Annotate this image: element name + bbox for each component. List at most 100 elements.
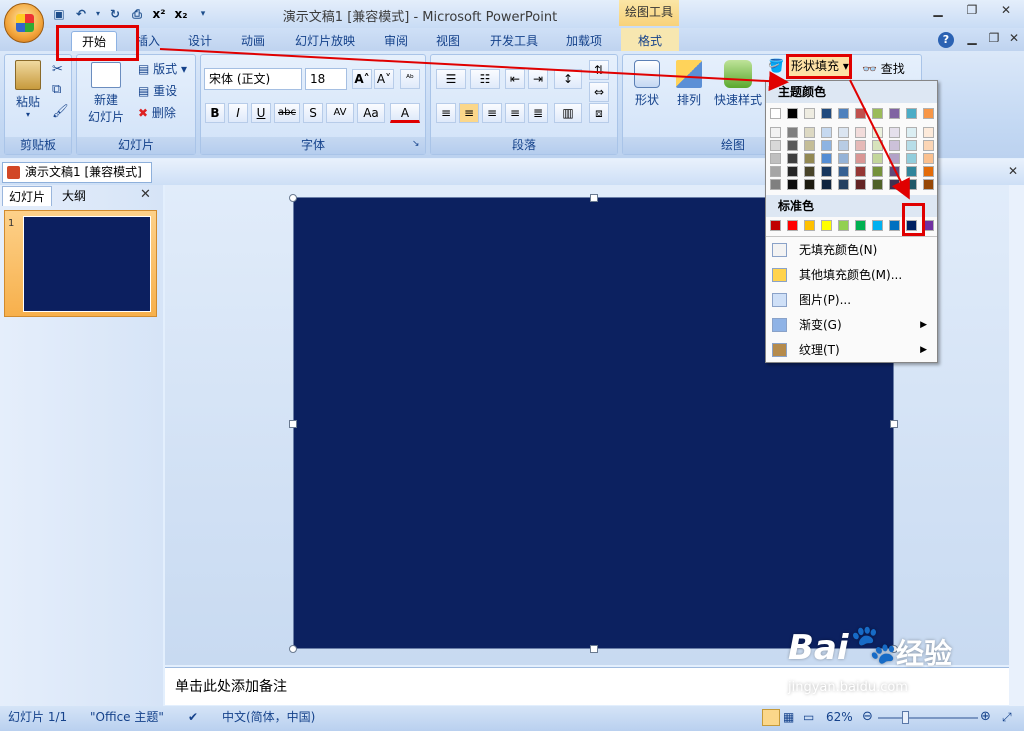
theme-shade-swatch[interactable]	[787, 166, 798, 177]
theme-shade-swatch[interactable]	[923, 140, 934, 151]
theme-shade-swatch[interactable]	[906, 166, 917, 177]
theme-color-swatch[interactable]	[804, 108, 815, 119]
theme-shade-swatch[interactable]	[906, 140, 917, 151]
distribute-icon[interactable]: ≣	[528, 103, 548, 123]
font-name-combo[interactable]: 宋体 (正文)	[204, 68, 302, 90]
theme-shade-swatch[interactable]	[923, 153, 934, 164]
theme-shade-swatch[interactable]	[770, 166, 781, 177]
font-dialog-launcher-icon[interactable]: ↘	[412, 139, 420, 149]
resize-handle-tl[interactable]	[289, 194, 297, 202]
theme-shade-swatch[interactable]	[770, 179, 781, 190]
standard-color-swatch[interactable]	[855, 220, 866, 231]
resize-handle-l[interactable]	[289, 420, 297, 428]
shadow-button[interactable]: S	[303, 103, 323, 123]
slide-thumbnail[interactable]	[23, 216, 151, 312]
theme-shade-swatch[interactable]	[906, 127, 917, 138]
copy-icon[interactable]: ⧉	[52, 82, 61, 97]
theme-shade-swatch[interactable]	[770, 127, 781, 138]
theme-shade-swatch[interactable]	[923, 179, 934, 190]
theme-shade-swatch[interactable]	[889, 166, 900, 177]
theme-shade-swatch[interactable]	[872, 166, 883, 177]
theme-shade-swatch[interactable]	[804, 166, 815, 177]
save-icon[interactable]: ▣	[50, 5, 68, 23]
theme-color-swatch[interactable]	[872, 108, 883, 119]
help-icon[interactable]: ?	[938, 32, 954, 48]
shapes-button[interactable]: 形状	[628, 60, 666, 108]
undo-dropdown-icon[interactable]: ▾	[94, 5, 102, 23]
align-text-icon[interactable]: ⇔	[589, 82, 609, 102]
change-case-button[interactable]: Aa	[357, 103, 385, 123]
theme-shade-swatch[interactable]	[889, 153, 900, 164]
theme-shade-swatch[interactable]	[838, 140, 849, 151]
fill-option-item[interactable]: 其他填充颜色(M)...	[766, 263, 937, 287]
columns-icon[interactable]: ▥	[554, 103, 582, 123]
paste-button[interactable]: 粘贴 ▾	[10, 60, 46, 119]
theme-color-swatch[interactable]	[923, 108, 934, 119]
theme-shade-swatch[interactable]	[838, 153, 849, 164]
clear-format-icon[interactable]: ᴬᵇ	[400, 69, 420, 89]
office-button[interactable]	[4, 3, 44, 43]
numbering-icon[interactable]: ☷	[470, 69, 500, 89]
undo-icon[interactable]: ↶	[72, 5, 90, 23]
font-color-button[interactable]: A	[390, 103, 420, 123]
theme-shade-swatch[interactable]	[804, 179, 815, 190]
theme-shade-swatch[interactable]	[889, 140, 900, 151]
theme-shade-swatch[interactable]	[923, 127, 934, 138]
theme-color-swatch[interactable]	[889, 108, 900, 119]
bullets-icon[interactable]: ☰	[436, 69, 466, 89]
resize-handle-r[interactable]	[890, 420, 898, 428]
resize-handle-t[interactable]	[590, 194, 598, 202]
theme-shade-swatch[interactable]	[838, 179, 849, 190]
theme-shade-swatch[interactable]	[923, 166, 934, 177]
theme-shade-swatch[interactable]	[787, 153, 798, 164]
tab-view[interactable]: 视图	[430, 31, 466, 51]
char-spacing-button[interactable]: AV	[326, 103, 354, 123]
theme-shade-swatch[interactable]	[906, 179, 917, 190]
tab-slides[interactable]: 幻灯片	[2, 186, 53, 206]
theme-shade-swatch[interactable]	[889, 179, 900, 190]
zoom-slider-track[interactable]	[878, 717, 978, 719]
superscript-icon[interactable]: x²	[150, 5, 168, 23]
zoom-slider-thumb[interactable]	[902, 711, 909, 724]
standard-color-swatch[interactable]	[770, 220, 781, 231]
resize-handle-bl[interactable]	[289, 645, 297, 653]
document-tab[interactable]: 演示文稿1 [兼容模式]	[2, 162, 152, 183]
theme-shade-swatch[interactable]	[821, 127, 832, 138]
tab-developer[interactable]: 开发工具	[485, 31, 543, 51]
theme-shade-swatch[interactable]	[872, 179, 883, 190]
decrease-indent-icon[interactable]: ⇤	[505, 69, 525, 89]
paint-bucket-icon[interactable]: 🪣	[768, 59, 784, 74]
theme-shade-swatch[interactable]	[906, 153, 917, 164]
align-right-icon[interactable]: ≡	[482, 103, 502, 123]
theme-shade-swatch[interactable]	[821, 166, 832, 177]
standard-color-swatch[interactable]	[889, 220, 900, 231]
theme-shade-swatch[interactable]	[855, 127, 866, 138]
theme-color-swatch[interactable]	[838, 108, 849, 119]
theme-shade-swatch[interactable]	[821, 179, 832, 190]
new-slide-button[interactable]: 新建 幻灯片	[82, 62, 130, 125]
theme-shade-swatch[interactable]	[787, 140, 798, 151]
close-window-button[interactable]: ✕	[994, 3, 1018, 21]
fit-window-icon[interactable]: ⤢	[1002, 706, 1012, 728]
doc-close-button[interactable]: ✕	[1002, 31, 1024, 49]
reset-button[interactable]: ▤ 重设	[138, 82, 177, 99]
fill-option-item[interactable]: 无填充颜色(N)	[766, 238, 937, 262]
layout-button[interactable]: ▤ 版式 ▾	[138, 60, 187, 77]
underline-button[interactable]: U	[251, 103, 271, 123]
smartart-icon[interactable]: ⧈	[589, 103, 609, 123]
zoom-in-icon[interactable]: ⊕	[980, 706, 991, 728]
format-painter-icon[interactable]: 🖌	[52, 104, 69, 119]
theme-shade-swatch[interactable]	[872, 127, 883, 138]
cut-icon[interactable]: ✂	[52, 62, 63, 77]
spellcheck-icon[interactable]: ✔	[188, 706, 198, 728]
tab-review[interactable]: 审阅	[378, 31, 414, 51]
font-size-combo[interactable]: 18	[305, 68, 347, 90]
theme-color-swatch[interactable]	[906, 108, 917, 119]
bold-button[interactable]: B	[205, 103, 225, 123]
delete-slide-button[interactable]: ✖ 删除	[138, 104, 176, 121]
text-direction-icon[interactable]: ⇅	[589, 60, 609, 80]
theme-shade-swatch[interactable]	[855, 140, 866, 151]
fill-option-item[interactable]: 渐变(G) ▶	[766, 313, 937, 337]
minimize-button[interactable]: ▁	[926, 3, 950, 21]
slideshow-view-icon[interactable]: ▭	[803, 706, 814, 728]
